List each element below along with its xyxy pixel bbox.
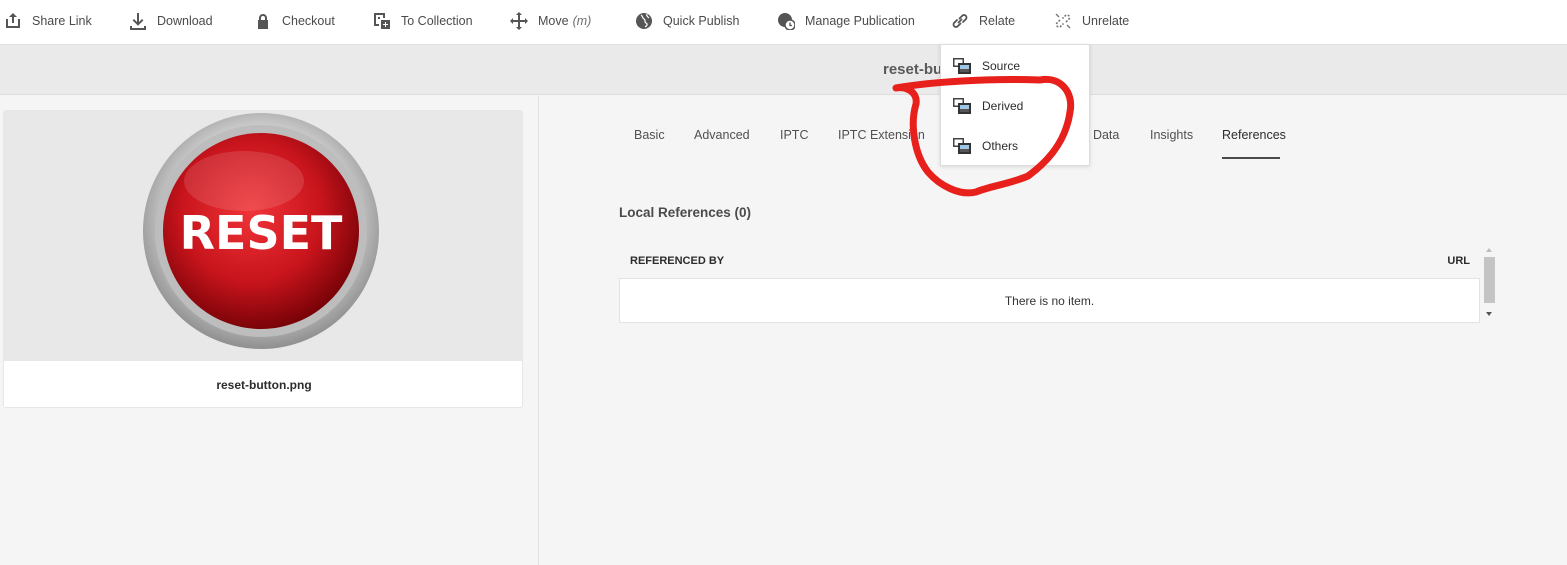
asset-title-bar: reset-bu	[0, 45, 1567, 95]
relate-label: Relate	[979, 14, 1016, 28]
relate-dropdown-menu: Source Derived Others	[940, 44, 1090, 166]
to-collection-label: To Collection	[401, 14, 473, 28]
empty-message: There is no item.	[1004, 293, 1095, 308]
quick-publish-button[interactable]: Quick Publish	[635, 0, 739, 42]
menu-item-others[interactable]: Others	[941, 127, 1089, 165]
asset-thumbnail: RESET	[4, 111, 522, 361]
tab-iptc[interactable]: IPTC	[780, 128, 808, 142]
move-label: Move	[538, 14, 569, 28]
checkout-label: Checkout	[282, 14, 335, 28]
active-tab-indicator	[1222, 157, 1280, 159]
page-title: reset-bu	[883, 61, 943, 78]
unlink-icon	[1054, 12, 1072, 30]
menu-item-source[interactable]: Source	[941, 47, 1089, 85]
move-button[interactable]: Move (m)	[510, 0, 591, 42]
tab-iptc-extension[interactable]: IPTC Extension	[838, 128, 925, 142]
unrelate-label: Unrelate	[1082, 14, 1130, 28]
local-references-heading: Local References (0)	[619, 205, 752, 220]
to-collection-button[interactable]: To Collection	[373, 0, 473, 42]
thumbnail-text: RESET	[180, 206, 343, 260]
properties-panel: Basic Advanced IPTC IPTC Extension t Dat…	[540, 96, 1567, 565]
scrollbar-thumb[interactable]	[1484, 257, 1495, 303]
move-icon	[510, 12, 528, 30]
asset-filename: reset-button.png	[216, 378, 312, 392]
column-url[interactable]: URL	[1447, 255, 1470, 267]
column-referenced-by[interactable]: REFERENCED BY	[630, 255, 724, 267]
asset-card[interactable]: RESET reset-button.png	[3, 110, 523, 408]
asset-relation-icon	[952, 137, 972, 155]
move-shortcut: (m)	[572, 14, 592, 28]
relate-button[interactable]: Relate	[951, 0, 1015, 42]
link-icon	[951, 12, 969, 30]
checkout-button[interactable]: Checkout	[254, 0, 335, 42]
tab-data[interactable]: t Data	[1086, 128, 1119, 142]
asset-relation-icon	[952, 57, 972, 75]
menu-item-derived[interactable]: Derived	[941, 87, 1089, 125]
tab-basic[interactable]: Basic	[634, 128, 665, 142]
references-scrollbar[interactable]	[1484, 244, 1496, 322]
tab-advanced[interactable]: Advanced	[694, 128, 750, 142]
tab-references[interactable]: References	[1222, 128, 1286, 142]
references-table-header: REFERENCED BY URL	[619, 244, 1480, 278]
tab-insights[interactable]: Insights	[1150, 128, 1193, 142]
menu-item-derived-label: Derived	[982, 99, 1024, 113]
scroll-down-arrow-icon[interactable]	[1486, 312, 1492, 316]
action-toolbar: Share Link Download Checkout To Collecti…	[0, 0, 1567, 45]
lock-icon	[254, 12, 272, 30]
menu-item-source-label: Source	[982, 59, 1021, 73]
asset-preview-panel: RESET reset-button.png	[0, 96, 539, 565]
scroll-up-arrow-icon[interactable]	[1486, 248, 1492, 252]
globe-icon	[635, 12, 653, 30]
download-label: Download	[157, 14, 213, 28]
menu-item-others-label: Others	[982, 139, 1019, 153]
unrelate-button[interactable]: Unrelate	[1054, 0, 1129, 42]
globe-clock-icon	[777, 12, 795, 30]
share-icon	[4, 12, 22, 30]
asset-relation-icon	[952, 97, 972, 115]
download-button[interactable]: Download	[129, 0, 213, 42]
references-table-empty: There is no item.	[619, 278, 1480, 323]
add-collection-icon	[373, 12, 391, 30]
manage-publication-label: Manage Publication	[805, 14, 915, 28]
manage-publication-button[interactable]: Manage Publication	[777, 0, 915, 42]
share-link-button[interactable]: Share Link	[4, 0, 92, 42]
share-link-label: Share Link	[32, 14, 92, 28]
download-icon	[129, 12, 147, 30]
quick-publish-label: Quick Publish	[663, 14, 740, 28]
